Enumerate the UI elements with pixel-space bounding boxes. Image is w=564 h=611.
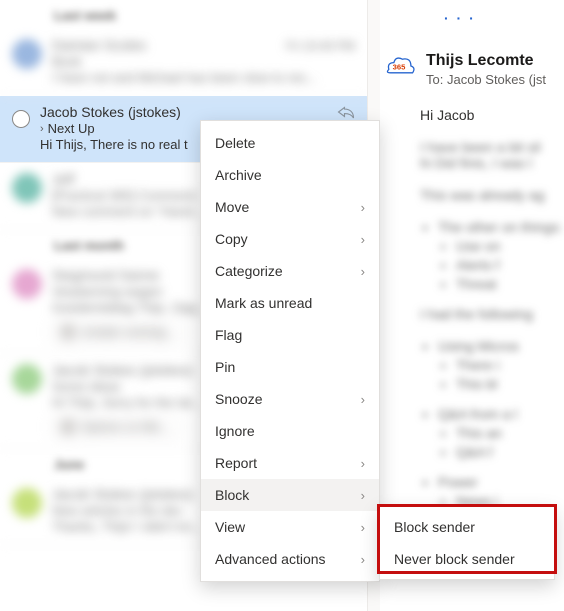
sender-badge-icon: 365 <box>382 52 416 80</box>
chevron-right-icon: › <box>361 488 365 503</box>
svg-text:365: 365 <box>393 62 406 71</box>
message-sender: Damian Scoles <box>52 37 146 53</box>
message-preview: I have not and Michael has been slow to … <box>52 70 355 85</box>
message-sender: Jacob Stokes (jstokes) <box>52 362 193 378</box>
menu-categorize[interactable]: Categorize› <box>201 255 379 287</box>
reply-icon <box>337 105 355 119</box>
menu-ignore[interactable]: Ignore <box>201 415 379 447</box>
chevron-right-icon: › <box>361 232 365 247</box>
block-submenu: Block sender Never block sender <box>379 506 555 580</box>
greeting: Hi Jacob <box>420 107 564 123</box>
chevron-right-icon: › <box>361 456 365 471</box>
avatar <box>12 39 42 69</box>
mail-body: Hi Jacob I have been a bit silhi Did fin… <box>380 87 564 509</box>
message-subject: Next Up <box>48 121 95 136</box>
message-sender: Jeff <box>52 171 74 187</box>
menu-block[interactable]: Block› <box>201 479 379 511</box>
file-icon <box>61 325 75 339</box>
menu-move[interactable]: Move› <box>201 191 379 223</box>
to-value: Jacob Stokes (jst <box>447 72 546 87</box>
attachment-chip[interactable]: schade voertuig... <box>52 321 185 343</box>
context-menu: Delete Archive Move› Copy› Categorize› M… <box>200 120 380 582</box>
menu-pin[interactable]: Pin <box>201 351 379 383</box>
message-sender: Jacob Stokes (jstokes) <box>52 486 193 502</box>
menu-snooze[interactable]: Snooze› <box>201 383 379 415</box>
avatar <box>12 364 42 394</box>
menu-view[interactable]: View› <box>201 511 379 543</box>
avatar <box>12 269 42 299</box>
message-time: Fri 10:40 PM <box>286 39 355 53</box>
chevron-right-icon: › <box>361 520 365 535</box>
menu-mark-unread[interactable]: Mark as unread <box>201 287 379 319</box>
group-header-last-week: Last week <box>0 0 367 29</box>
message-sender: Siegmund Sanne <box>52 267 159 283</box>
chevron-right-icon: › <box>361 264 365 279</box>
menu-archive[interactable]: Archive <box>201 159 379 191</box>
file-icon <box>61 420 75 434</box>
chevron-right-icon: › <box>361 552 365 567</box>
to-label: To: <box>426 72 443 87</box>
message-item[interactable]: Damian Scoles Fri 10:40 PM Book I have n… <box>0 29 367 96</box>
menu-advanced-actions[interactable]: Advanced actions› <box>201 543 379 575</box>
avatar <box>12 173 42 203</box>
message-subject: Book <box>52 54 355 69</box>
submenu-block-sender[interactable]: Block sender <box>380 511 554 543</box>
menu-copy[interactable]: Copy› <box>201 223 379 255</box>
chevron-right-icon: › <box>40 123 44 135</box>
chevron-right-icon: › <box>361 200 365 215</box>
menu-report[interactable]: Report› <box>201 447 379 479</box>
attachment-chip[interactable]: Opinion on Mic... <box>52 416 180 438</box>
menu-flag[interactable]: Flag <box>201 319 379 351</box>
select-checkbox[interactable] <box>12 110 30 128</box>
submenu-never-block-sender[interactable]: Never block sender <box>380 543 554 575</box>
chevron-right-icon: › <box>361 392 365 407</box>
menu-delete[interactable]: Delete <box>201 127 379 159</box>
message-sender: Jacob Stokes (jstokes) <box>40 104 181 120</box>
from-name: Thijs Lecomte <box>426 52 546 70</box>
more-actions-button[interactable]: · · · <box>438 8 564 28</box>
avatar <box>12 488 42 518</box>
